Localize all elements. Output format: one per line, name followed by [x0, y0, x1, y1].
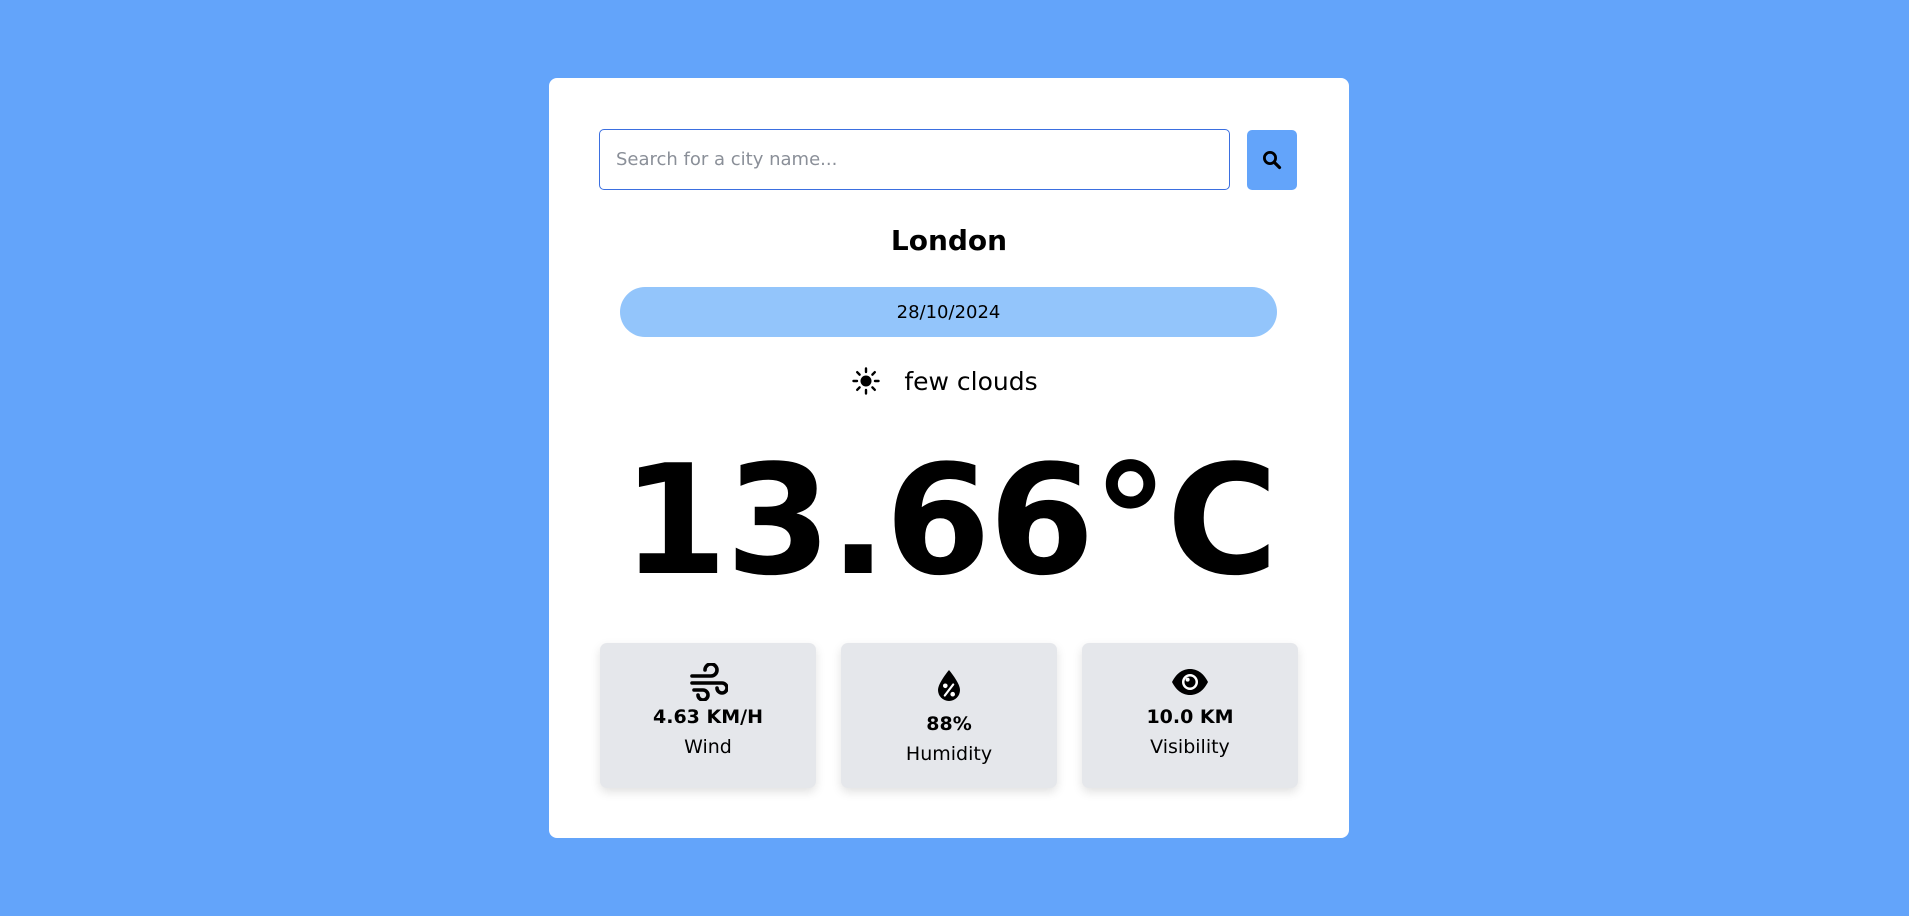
sun-icon: [852, 367, 881, 395]
search-icon: [1263, 151, 1282, 170]
wind-value: 4.63 KM/H: [653, 706, 763, 728]
humidity-label: Humidity: [905, 743, 993, 765]
city-name: London: [890, 224, 1008, 257]
stat-card-visibility: 10.0 KM Visibility: [1082, 643, 1298, 788]
search-button[interactable]: [1247, 130, 1297, 190]
date-badge: 28/10/2024: [620, 287, 1277, 337]
temperature-display: 13.66°C: [621, 432, 1278, 609]
eye-icon: [1172, 669, 1208, 695]
stat-card-wind: 4.63 KM/H Wind: [600, 643, 816, 788]
date-text: 28/10/2024: [896, 301, 1001, 323]
weather-card: London 28/10/2024 few clouds 13.66°C: [549, 78, 1349, 838]
wind-label: Wind: [684, 736, 732, 758]
visibility-label: Visibility: [1150, 736, 1230, 758]
humidity-icon: [938, 670, 960, 701]
stat-card-humidity: 88% Humidity: [841, 643, 1057, 788]
humidity-value: 88%: [926, 713, 972, 735]
weather-condition: few clouds: [549, 363, 1349, 399]
wind-icon: [690, 663, 728, 701]
condition-text: few clouds: [904, 366, 1038, 396]
visibility-value: 10.0 KM: [1146, 706, 1234, 728]
search-input[interactable]: [599, 129, 1230, 190]
